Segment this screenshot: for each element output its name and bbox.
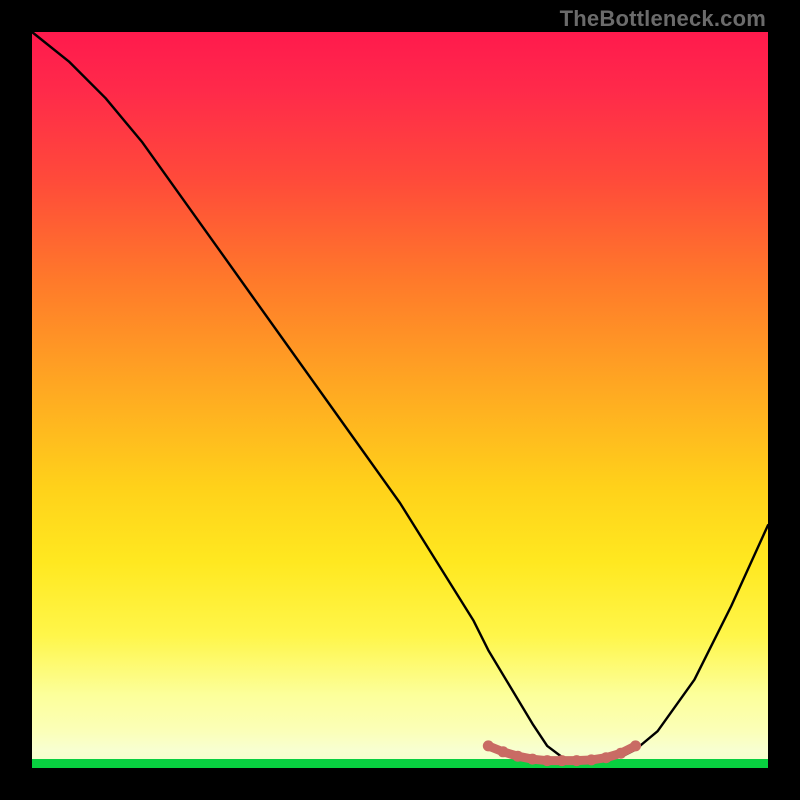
bottleneck-curve: [32, 32, 768, 761]
watermark-text: TheBottleneck.com: [560, 6, 766, 32]
plot-area: [32, 32, 768, 768]
curve-layer: [32, 32, 768, 768]
marker-dot: [630, 740, 641, 751]
chart-frame: TheBottleneck.com: [0, 0, 800, 800]
highlighted-range-markers: [483, 740, 641, 766]
